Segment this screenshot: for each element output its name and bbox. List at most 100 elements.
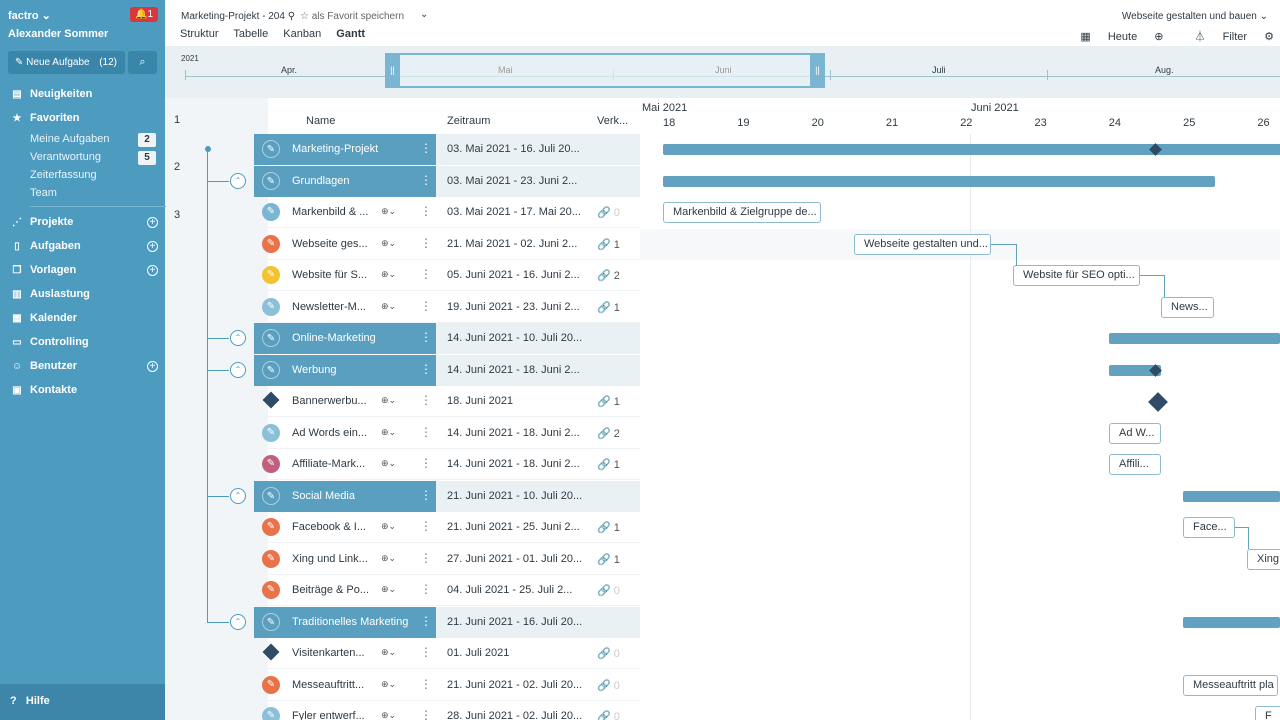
pencil-icon[interactable]: ✎ [262, 518, 280, 536]
pencil-icon[interactable]: ✎ [262, 266, 280, 284]
pencil-icon[interactable]: ✎ [262, 171, 280, 190]
dependency-count[interactable]: 🔗 2 [597, 269, 620, 282]
nav-tasks[interactable]: ▯ Aufgaben [10, 240, 81, 252]
nav-controlling[interactable]: ▭ Controlling [10, 336, 88, 348]
tab-gantt[interactable]: Gantt [336, 28, 365, 40]
nav-users[interactable]: ☺ Benutzer [10, 360, 77, 372]
more-options-icon[interactable]: ⋮ [420, 236, 432, 250]
group-row[interactable]: ✎ Werbung ⋮ 14. Juni 2021 - 18. Juni 2... [254, 354, 640, 386]
chevron-down-icon[interactable]: ⌄ [420, 9, 428, 20]
workspace-switcher[interactable]: factro ⌄ [8, 9, 51, 22]
dependency-count[interactable]: 🔗 1 [597, 238, 620, 251]
column-period[interactable]: Zeitraum [447, 115, 490, 127]
collapse-toggle-icon[interactable]: ⌃ [230, 330, 246, 346]
table-row[interactable]: ✎ Beiträge & Po... ⊕⌄ ⋮ 04. Juli 2021 - 25. … [262, 575, 640, 606]
pencil-icon[interactable]: ✎ [262, 423, 280, 442]
add-template-icon[interactable]: + [147, 265, 158, 276]
dependency-count[interactable]: 🔗 2 [597, 427, 620, 440]
row-name-cell[interactable]: ✎ Werbung ⋮ [254, 354, 436, 386]
dependency-count[interactable]: 🔗 0 [597, 584, 620, 597]
range-handle-left[interactable]: || [385, 53, 400, 88]
table-row[interactable]: ✎ Webseite ges... ⊕⌄ ⋮ 21. Mai 2021 - 02. Ju… [262, 229, 640, 260]
column-name[interactable]: Name [306, 115, 335, 127]
pencil-icon[interactable]: ✎ [262, 140, 280, 158]
nav-templates[interactable]: ❐ Vorlagen [10, 264, 77, 276]
status-dropdown[interactable]: ⊕⌄ [381, 647, 396, 658]
collapse-toggle-icon[interactable]: ⌃ [230, 613, 246, 630]
gantt-group-bar[interactable] [663, 144, 1280, 155]
group-row[interactable]: ✎ Grundlagen ⋮ 03. Mai 2021 - 23. Juni 2... [254, 165, 640, 197]
dependency-count[interactable]: 🔗 0 [597, 679, 620, 692]
table-row[interactable]: Visitenkarten... ⊕⌄ ⋮ 01. Juli 2021 🔗 0 [262, 638, 640, 669]
row-name-cell[interactable]: ✎ Traditionelles Marketing ⋮ [254, 606, 436, 638]
gantt-group-bar[interactable] [663, 175, 1215, 187]
more-options-icon[interactable]: ⋮ [420, 614, 432, 628]
range-handle-right[interactable]: || [810, 53, 825, 88]
row-name-cell[interactable]: ✎ Fyler entwerf... ⊕⌄ ⋮ [254, 701, 436, 720]
nav-news[interactable]: ▤ Neuigkeiten [10, 88, 92, 100]
status-dropdown[interactable]: ⊕⌄ [381, 584, 396, 595]
table-row[interactable]: ✎ Fyler entwerf... ⊕⌄ ⋮ 28. Juni 2021 - 02. … [262, 701, 640, 720]
notification-badge[interactable]: 🔔1 [130, 7, 158, 22]
status-dropdown[interactable]: ⊕⌄ [381, 269, 396, 280]
status-dropdown[interactable]: ⊕⌄ [381, 238, 396, 249]
pencil-icon[interactable]: ✎ [262, 675, 280, 694]
gantt-task-bar[interactable]: Affili... [1109, 454, 1161, 475]
status-dropdown[interactable]: ⊕⌄ [381, 427, 396, 438]
more-options-icon[interactable]: ⋮ [420, 425, 432, 439]
gantt-task-bar[interactable]: Messeauftritt pla [1183, 674, 1278, 696]
pencil-icon[interactable]: ✎ [262, 329, 280, 347]
table-row[interactable]: ✎ Messeauftritt... ⊕⌄ ⋮ 21. Juni 2021 - 02. … [262, 670, 640, 701]
dependency-count[interactable]: 🔗 1 [597, 395, 620, 408]
breadcrumb[interactable]: Marketing-Projekt - 204 ⚲ [181, 11, 295, 22]
more-options-icon[interactable]: ⋮ [420, 677, 432, 691]
row-name-cell[interactable]: ✎ Webseite ges... ⊕⌄ ⋮ [254, 229, 436, 260]
group-row[interactable]: ✎ Social Media ⋮ 21. Juni 2021 - 10. Juli 2… [254, 480, 640, 512]
status-dropdown[interactable]: ⊕⌄ [381, 710, 396, 720]
dependency-count[interactable]: 🔗 0 [597, 206, 620, 219]
table-row[interactable]: ✎ Xing und Link... ⊕⌄ ⋮ 27. Juni 2021 - 01. … [262, 544, 640, 575]
more-options-icon[interactable]: ⋮ [420, 582, 432, 596]
gantt-task-bar[interactable]: Markenbild & Zielgruppe de... [663, 202, 821, 223]
pencil-icon[interactable]: ✎ [262, 549, 280, 568]
pencil-icon[interactable]: ✎ [262, 455, 280, 473]
pencil-icon[interactable]: ✎ [262, 203, 280, 221]
status-dropdown[interactable]: ⊕⌄ [381, 395, 396, 406]
gantt-task-bar[interactable]: Website für SEO opti... [1013, 265, 1140, 286]
status-dropdown[interactable]: ⊕⌄ [381, 301, 396, 312]
timeline-overview[interactable]: 2021 || || Apr. Mai Juni Juli Aug. [165, 46, 1280, 98]
table-row[interactable]: ✎ Affiliate-Mark... ⊕⌄ ⋮ 14. Juni 2021 - 18.… [262, 449, 640, 480]
status-dropdown[interactable]: ⊕⌄ [381, 679, 396, 690]
row-name-cell[interactable]: ✎ Affiliate-Mark... ⊕⌄ ⋮ [254, 449, 436, 480]
column-links[interactable]: Verk... [597, 115, 628, 127]
nav-calendar[interactable]: ▦ Kalender [10, 312, 77, 324]
gantt-task-bar[interactable]: F [1255, 706, 1280, 720]
table-row[interactable]: ✎ Newsletter-M... ⊕⌄ ⋮ 19. Juni 2021 - 23. J… [262, 292, 640, 323]
row-name-cell[interactable]: ✎ Ad Words ein... ⊕⌄ ⋮ [254, 418, 436, 449]
pencil-icon[interactable]: ✎ [262, 360, 280, 379]
milestone-marker[interactable] [1148, 392, 1168, 412]
group-row[interactable]: ✎ Marketing-Projekt ⋮ 03. Mai 2021 - 16. Ju… [254, 134, 640, 165]
task-selector[interactable]: Webseite gestalten und bauen ⌄ [1122, 11, 1268, 22]
pencil-icon[interactable]: ✎ [262, 581, 280, 599]
row-name-cell[interactable]: Visitenkarten... ⊕⌄ ⋮ [254, 638, 436, 669]
tab-kanban[interactable]: Kanban [283, 28, 321, 40]
more-options-icon[interactable]: ⋮ [420, 488, 432, 502]
table-row[interactable]: ✎ Markenbild & ... ⊕⌄ ⋮ 03. Mai 2021 - 17. M… [262, 197, 640, 228]
gantt-group-bar[interactable] [1183, 616, 1280, 628]
collapse-toggle-icon[interactable]: ⌃ [230, 172, 246, 189]
row-name-cell[interactable]: ✎ Marketing-Projekt ⋮ [254, 134, 436, 165]
dependency-count[interactable]: 🔗 0 [597, 647, 620, 660]
timeline-selection[interactable]: || || [385, 53, 825, 88]
status-dropdown[interactable]: ⊕⌄ [381, 458, 396, 469]
nav-projects[interactable]: ⋰ Projekte [10, 216, 73, 228]
status-dropdown[interactable]: ⊕⌄ [381, 553, 396, 564]
more-options-icon[interactable]: ⋮ [420, 204, 432, 218]
nav-load[interactable]: ▥ Auslastung [10, 288, 90, 300]
row-name-cell[interactable]: ✎ Messeauftritt... ⊕⌄ ⋮ [254, 670, 436, 701]
pencil-icon[interactable]: ✎ [262, 612, 280, 631]
row-name-cell[interactable]: ✎ Beiträge & Po... ⊕⌄ ⋮ [254, 575, 436, 606]
help-button[interactable]: ? Hilfe [0, 684, 165, 720]
gantt-task-bar[interactable]: Xing [1247, 548, 1280, 570]
dependency-count[interactable]: 🔗 0 [597, 710, 620, 720]
